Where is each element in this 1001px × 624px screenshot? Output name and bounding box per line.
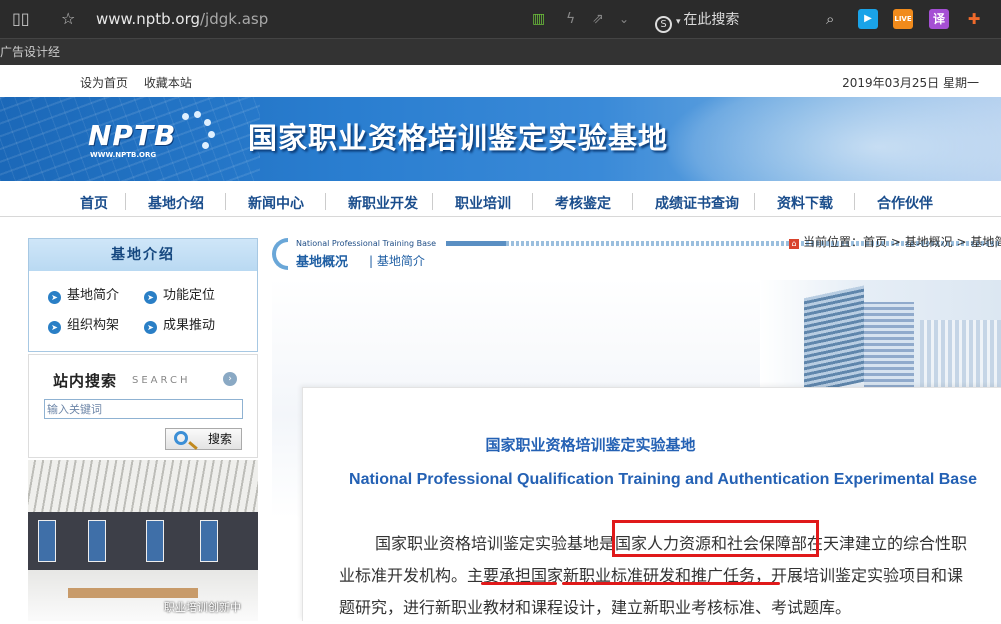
- site-search-input[interactable]: [44, 399, 243, 419]
- sidebar-item-achievements[interactable]: ➤ 成果推动: [144, 314, 215, 334]
- underline-mark: [481, 582, 557, 585]
- logo-subtext: WWW.NPTB.ORG: [90, 151, 157, 159]
- browser-search-input[interactable]: 在此搜索: [683, 12, 739, 28]
- live-extension-icon[interactable]: LIVE: [893, 9, 913, 29]
- translate-extension-icon[interactable]: 译: [929, 9, 949, 29]
- about-menu: 基地介绍 ➤ 基地简介 ➤ 功能定位 ➤ 组织构架 ➤ 成果推动: [28, 238, 258, 352]
- logo-dots-icon: [182, 111, 216, 151]
- underline-mark: [562, 582, 780, 585]
- site-search-box: 站内搜索 SEARCH › 搜索: [28, 354, 258, 458]
- chevron-down-icon[interactable]: ⌄: [619, 9, 629, 29]
- site-search-button[interactable]: 搜索: [165, 428, 242, 450]
- nav-item-new-occupations[interactable]: 新职业开发: [348, 193, 418, 213]
- reader-book-icon[interactable]: ▥: [532, 9, 545, 29]
- share-icon[interactable]: ⇗: [592, 9, 604, 29]
- date-text: 2019年03月25日 星期一: [842, 76, 979, 90]
- site-search-en: SEARCH: [132, 375, 191, 386]
- arrow-bullet-icon: ➤: [48, 291, 61, 304]
- search-engine-icon: S: [655, 16, 672, 33]
- sidebar: 基地介绍 ➤ 基地简介 ➤ 功能定位 ➤ 组织构架 ➤ 成果推动 站内搜索 SEARCH…: [28, 238, 258, 621]
- nav-item-about[interactable]: 基地介绍: [148, 193, 204, 213]
- about-menu-heading: 基地介绍: [29, 239, 257, 271]
- bookmark-item[interactable]: 广告设计经: [0, 45, 60, 59]
- bookmark-site-link[interactable]: 收藏本站: [144, 76, 192, 90]
- reading-mode-icon[interactable]: ▯▯: [12, 9, 30, 29]
- sidebar-item-structure[interactable]: ➤ 组织构架: [48, 314, 119, 334]
- nav-item-home[interactable]: 首页: [80, 193, 108, 213]
- arrow-bullet-icon: ➤: [48, 321, 61, 334]
- banner-title: 国家职业资格培训鉴定实验基地: [248, 121, 669, 155]
- game-extension-icon[interactable]: ✚: [964, 9, 984, 29]
- main-nav: 首页 基地介绍 新闻中心 新职业开发 职业培训 考核鉴定 成绩证书查询 资料下载…: [0, 181, 1001, 217]
- sidebar-item-intro[interactable]: ➤ 基地简介: [48, 284, 119, 304]
- arrow-bullet-icon: ➤: [144, 291, 157, 304]
- nav-item-training[interactable]: 职业培训: [455, 193, 511, 213]
- article-title-en: National Professional Qualification Trai…: [349, 471, 977, 488]
- photo-caption: 职业培训创新中: [164, 601, 241, 614]
- lightning-icon[interactable]: ϟ: [566, 9, 575, 29]
- nav-item-partners[interactable]: 合作伙伴: [877, 193, 933, 213]
- site-logo[interactable]: NPTB: [88, 119, 176, 152]
- magnifier-icon: [174, 431, 188, 445]
- article-title-cn: 国家职业资格培训鉴定实验基地: [485, 436, 696, 454]
- video-extension-icon[interactable]: ▶: [858, 9, 878, 29]
- sidebar-item-function[interactable]: ➤ 功能定位: [144, 284, 215, 304]
- search-engine-selector[interactable]: S ▾ 在此搜索: [655, 9, 739, 33]
- section-en-title: National Professional Training Base: [296, 239, 437, 248]
- site-topbar: 设为首页 收藏本站 2019年03月25日 星期一: [0, 65, 1001, 97]
- bookmarks-bar: 广告设计经: [0, 38, 1001, 65]
- building-image: [760, 280, 1001, 388]
- nav-item-news[interactable]: 新闻中心: [248, 193, 304, 213]
- nav-item-assessment[interactable]: 考核鉴定: [555, 193, 611, 213]
- article: 国家职业资格培训鉴定实验基地 National Professional Qua…: [302, 387, 1001, 621]
- nav-item-certificate-query[interactable]: 成绩证书查询: [655, 193, 739, 213]
- section-title: 基地概况: [296, 255, 349, 270]
- search-icon[interactable]: ⌕: [826, 9, 834, 29]
- nav-item-downloads[interactable]: 资料下载: [777, 193, 833, 213]
- chevron-right-icon: ›: [223, 372, 237, 386]
- set-home-link[interactable]: 设为首页: [80, 76, 128, 90]
- highlight-box: [612, 520, 819, 557]
- site-search-title: 站内搜索: [53, 372, 118, 390]
- breadcrumb: ⌂ 当前位置：首页 > 基地概况 > 基地简介: [789, 233, 1001, 250]
- home-icon: ⌂: [789, 239, 799, 249]
- star-icon[interactable]: ☆: [61, 9, 75, 29]
- address-bar[interactable]: www.nptb.org/jdgk.asp: [96, 9, 268, 29]
- site-banner: NPTB WWW.NPTB.ORG 国家职业资格培训鉴定实验基地: [0, 97, 1001, 181]
- section-subtitle: | 基地简介: [369, 254, 425, 268]
- arrow-bullet-icon: ➤: [144, 321, 157, 334]
- browser-toolbar: ▯▯ ☆ www.nptb.org/jdgk.asp ▥ ϟ ⇗ ⌄ S ▾ 在此…: [0, 0, 1001, 38]
- showroom-photo[interactable]: 职业培训创新中: [28, 460, 258, 621]
